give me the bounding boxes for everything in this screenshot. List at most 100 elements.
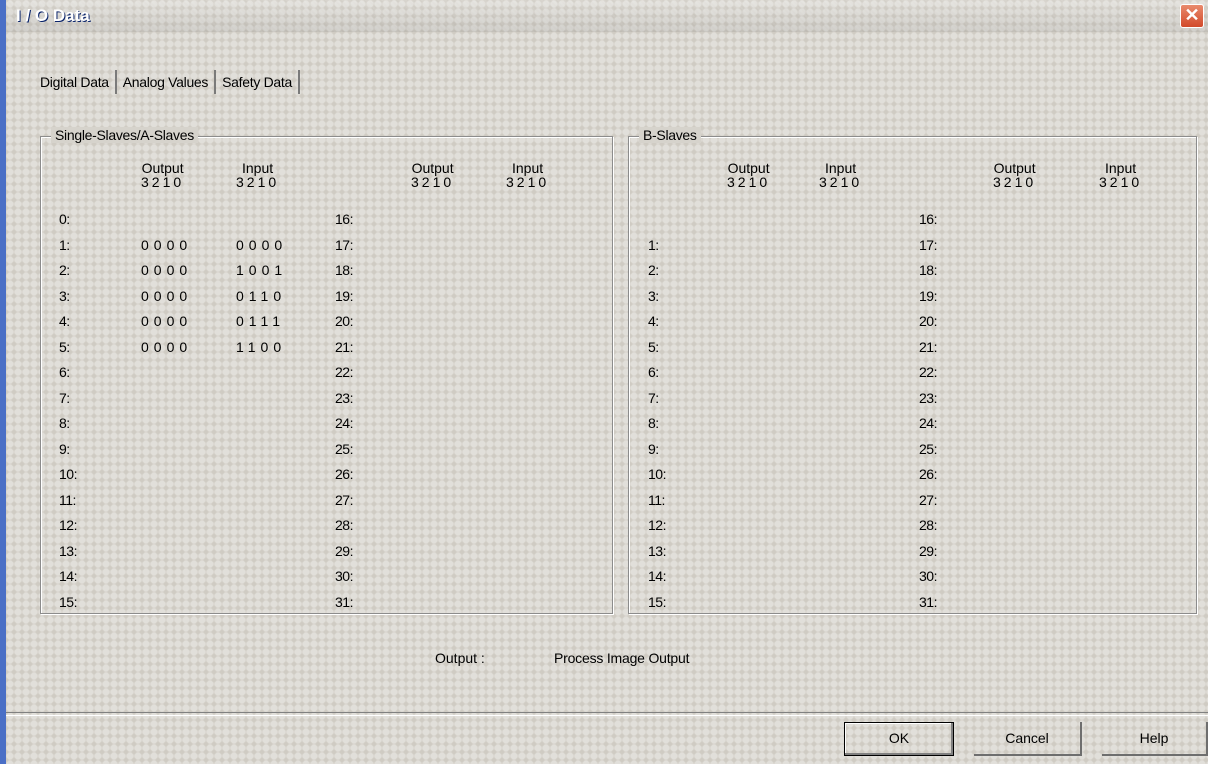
row-label: 26: (919, 466, 937, 482)
row-label: 3: (648, 287, 659, 304)
legend-label: Output : (435, 650, 485, 666)
row-label: 23: (335, 389, 353, 406)
window-title: I / O Data (16, 6, 90, 25)
input-header-label: Input (512, 160, 544, 176)
row-label: 10: (59, 466, 77, 482)
row-label: 24: (919, 415, 937, 431)
output-value: 0000 (141, 236, 193, 253)
row-label: 1: (59, 236, 70, 253)
row-label: 11: (59, 491, 76, 508)
row-label: 15: (59, 593, 77, 610)
row-label: 28: (335, 517, 353, 533)
output-column-header: Output 3210 (993, 161, 1036, 189)
input-value: 1100 (236, 338, 287, 355)
row-label: 15: (648, 593, 666, 610)
row-label: 31: (335, 593, 353, 610)
output-value: 0000 (141, 313, 193, 329)
row-label: 16: (919, 211, 937, 227)
help-button[interactable]: Help (1102, 722, 1208, 756)
row-label: 4: (59, 313, 70, 329)
bit-order-label: 3210 (506, 174, 550, 190)
output-column-header: Output 3210 (411, 161, 454, 189)
row-label: 27: (919, 491, 937, 508)
row-label: 20: (335, 313, 353, 329)
bit-order-label: 3210 (236, 174, 280, 190)
row-label: 14: (59, 568, 77, 584)
row-label: 28: (919, 517, 937, 533)
row-label: 13: (648, 542, 666, 559)
output-header-label: Output (993, 160, 1036, 176)
row-label: 4: (648, 313, 659, 329)
bit-order-label: 3210 (993, 174, 1037, 190)
row-label: 29: (335, 542, 353, 559)
separator (6, 712, 1208, 716)
row-label: 6: (648, 364, 659, 380)
input-header-label: Input (242, 160, 274, 176)
io-data-dialog: I / O Data ✕ Digital Data Analog Values … (0, 0, 1208, 764)
input-column-header: Input 3210 (506, 161, 549, 189)
bit-order-label: 3210 (727, 174, 771, 190)
single-slaves-group: Single-Slaves/A-Slaves Output 3210 Input 32… (40, 127, 613, 614)
output-header-label: Output (411, 160, 454, 176)
input-column-header: Input 3210 (819, 161, 862, 189)
output-value: 0000 (141, 287, 193, 304)
row-label: 0: (59, 211, 70, 227)
row-label: 22: (919, 364, 937, 380)
input-header-label: Input (1105, 160, 1137, 176)
close-button[interactable]: ✕ (1180, 4, 1204, 28)
b-slaves-group-title: B-Slaves (639, 127, 701, 143)
input-value: 0110 (236, 287, 287, 304)
row-label: 5: (59, 338, 70, 355)
row-label: 8: (648, 415, 659, 431)
row-label: 27: (335, 491, 353, 508)
input-value: 0111 (236, 313, 286, 329)
tab-strip: Digital Data Analog Values Safety Data (34, 70, 300, 96)
row-label: 2: (59, 262, 70, 278)
row-label: 5: (648, 338, 659, 355)
row-label: 12: (648, 517, 666, 533)
row-label: 25: (919, 440, 937, 457)
row-label: 26: (335, 466, 353, 482)
row-label: 9: (59, 440, 70, 457)
row-label: 11: (648, 491, 665, 508)
row-label: 19: (919, 287, 937, 304)
output-header-label: Output (141, 160, 184, 176)
output-value: 0000 (141, 262, 193, 278)
bit-order-label: 3210 (141, 174, 185, 190)
bit-order-label: 3210 (411, 174, 455, 190)
input-column-header: Input 3210 (1099, 161, 1142, 189)
row-label: 18: (919, 262, 937, 278)
output-header-label: Output (727, 160, 770, 176)
tab-safety-data[interactable]: Safety Data (216, 70, 300, 94)
row-label: 7: (648, 389, 659, 406)
row-label: 1: (648, 236, 659, 253)
row-label: 21: (919, 338, 937, 355)
row-label: 2: (648, 262, 659, 278)
input-column-header: Input 3210 (236, 161, 279, 189)
row-label: 20: (919, 313, 937, 329)
b-slaves-group: B-Slaves Output 3210 Input 3210 Output 3210 In… (628, 127, 1197, 614)
row-label: 24: (335, 415, 353, 431)
output-column-header: Output 3210 (141, 161, 184, 189)
row-label: 10: (648, 466, 666, 482)
bit-order-label: 3210 (819, 174, 863, 190)
input-value: 0000 (236, 236, 288, 253)
output-value: 0000 (141, 338, 193, 355)
row-label: 18: (335, 262, 353, 278)
row-label: 16: (335, 211, 353, 227)
row-label: 29: (919, 542, 937, 559)
ok-button[interactable]: OK (844, 722, 954, 756)
input-header-label: Input (825, 160, 857, 176)
tab-digital-data[interactable]: Digital Data (34, 70, 117, 94)
row-label: 23: (919, 389, 937, 406)
row-label: 30: (919, 568, 937, 584)
tab-analog-values[interactable]: Analog Values (117, 70, 217, 94)
title-bar[interactable]: I / O Data ✕ (6, 0, 1208, 32)
single-slaves-group-title: Single-Slaves/A-Slaves (51, 127, 198, 143)
row-label: 3: (59, 287, 70, 304)
row-label: 21: (335, 338, 353, 355)
cancel-button[interactable]: Cancel (974, 722, 1082, 756)
row-label: 13: (59, 542, 77, 559)
row-label: 6: (59, 364, 70, 380)
row-label: 17: (335, 236, 353, 253)
